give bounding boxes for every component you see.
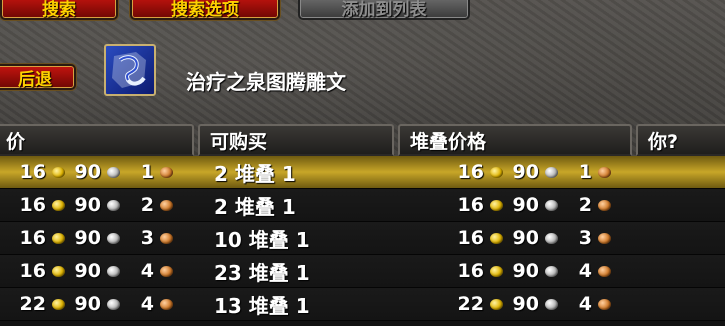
copper-amount: 3 [140,227,154,249]
available-text: 23 堆叠 1 [214,260,310,285]
copper-amount: 4 [140,260,154,282]
silver-amount: 90 [74,293,101,315]
silver-amount: 90 [512,293,539,315]
copper-amount: 4 [578,293,592,315]
copper-coin-icon [160,199,173,211]
copper-coin-icon [598,232,611,244]
silver-coin-icon [545,265,558,277]
silver-coin-icon [107,265,120,277]
auction-results-list: 16 90 1 2 堆叠 1 16 90 1 16 90 2 2 堆叠 1 16… [0,156,725,326]
auction-row[interactable]: 16 90 4 23 堆叠 1 16 90 4 [0,255,725,288]
available-quantity: 13 堆叠 1 [214,288,310,320]
stack-price: 16 90 2 [452,189,619,221]
silver-coin-icon [545,232,558,244]
gold-amount: 22 [19,293,46,315]
stack-price: 22 90 4 [452,288,619,320]
stack-price: 16 90 1 [452,156,619,188]
search-button[interactable]: 搜索 [0,0,118,20]
copper-amount: 2 [140,194,154,216]
unit-price: 16 90 4 [14,255,181,287]
available-text: 13 堆叠 1 [214,293,310,318]
silver-amount: 90 [74,260,101,282]
column-header-you[interactable]: 你? [636,124,725,156]
gold-amount: 16 [19,227,46,249]
gold-amount: 16 [19,260,46,282]
silver-coin-icon [545,199,558,211]
copper-amount: 4 [140,293,154,315]
column-header-price[interactable]: 价 [0,124,194,156]
silver-coin-icon [545,166,558,178]
gold-amount: 16 [19,194,46,216]
silver-amount: 90 [512,161,539,183]
copper-coin-icon [160,232,173,244]
copper-coin-icon [598,199,611,211]
gold-amount: 16 [457,194,484,216]
available-quantity: 2 堆叠 1 [214,189,296,221]
copper-coin-icon [598,298,611,310]
stack-price: 16 90 4 [452,255,619,287]
gold-coin-icon [490,199,503,211]
silver-amount: 90 [74,194,101,216]
silver-coin-icon [545,298,558,310]
auction-row[interactable]: 16 90 2 2 堆叠 1 16 90 2 [0,189,725,222]
gold-coin-icon [52,199,65,211]
glyph-scroll-icon[interactable] [104,44,156,96]
copper-amount: 1 [578,161,592,183]
gold-coin-icon [52,298,65,310]
unit-price: 16 90 3 [14,222,181,254]
auction-row[interactable]: 22 90 4 13 堆叠 1 22 90 4 [0,288,725,321]
gold-amount: 16 [457,227,484,249]
auction-row[interactable]: 16 90 1 2 堆叠 1 16 90 1 [0,156,725,189]
available-text: 2 堆叠 1 [214,194,296,219]
column-header-available[interactable]: 可购买 [198,124,394,156]
add-to-list-button[interactable]: 添加到列表 [298,0,470,20]
silver-coin-icon [107,232,120,244]
available-quantity: 23 堆叠 1 [214,255,310,287]
unit-price: 16 90 2 [14,189,181,221]
gold-coin-icon [52,232,65,244]
available-text: 10 堆叠 1 [214,227,310,252]
copper-amount: 4 [578,260,592,282]
search-options-button[interactable]: 搜索选项 [130,0,280,20]
silver-amount: 90 [74,161,101,183]
gold-coin-icon [490,232,503,244]
stack-price: 16 90 3 [452,222,619,254]
silver-coin-icon [107,298,120,310]
gold-coin-icon [490,166,503,178]
silver-amount: 90 [512,260,539,282]
gold-amount: 22 [457,293,484,315]
copper-coin-icon [160,265,173,277]
gold-amount: 16 [457,260,484,282]
gold-amount: 16 [457,161,484,183]
gold-coin-icon [52,166,65,178]
gold-coin-icon [52,265,65,277]
available-quantity: 10 堆叠 1 [214,222,310,254]
available-text: 2 堆叠 1 [214,161,296,186]
available-quantity: 2 堆叠 1 [214,156,296,188]
copper-amount: 3 [578,227,592,249]
copper-coin-icon [598,265,611,277]
copper-amount: 2 [578,194,592,216]
auction-row[interactable]: 16 90 3 10 堆叠 1 16 90 3 [0,222,725,255]
copper-coin-icon [598,166,611,178]
item-name: 治疗之泉图腾雕文 [186,70,346,94]
gold-coin-icon [490,298,503,310]
gold-amount: 16 [19,161,46,183]
unit-price: 16 90 1 [14,156,181,188]
copper-amount: 1 [140,161,154,183]
copper-coin-icon [160,298,173,310]
gold-coin-icon [490,265,503,277]
silver-amount: 90 [512,227,539,249]
silver-amount: 90 [512,194,539,216]
unit-price: 22 90 4 [14,288,181,320]
back-button[interactable]: 后退 [0,64,76,90]
silver-coin-icon [107,166,120,178]
silver-coin-icon [107,199,120,211]
silver-amount: 90 [74,227,101,249]
column-header-stack-price[interactable]: 堆叠价格 [398,124,632,156]
copper-coin-icon [160,166,173,178]
